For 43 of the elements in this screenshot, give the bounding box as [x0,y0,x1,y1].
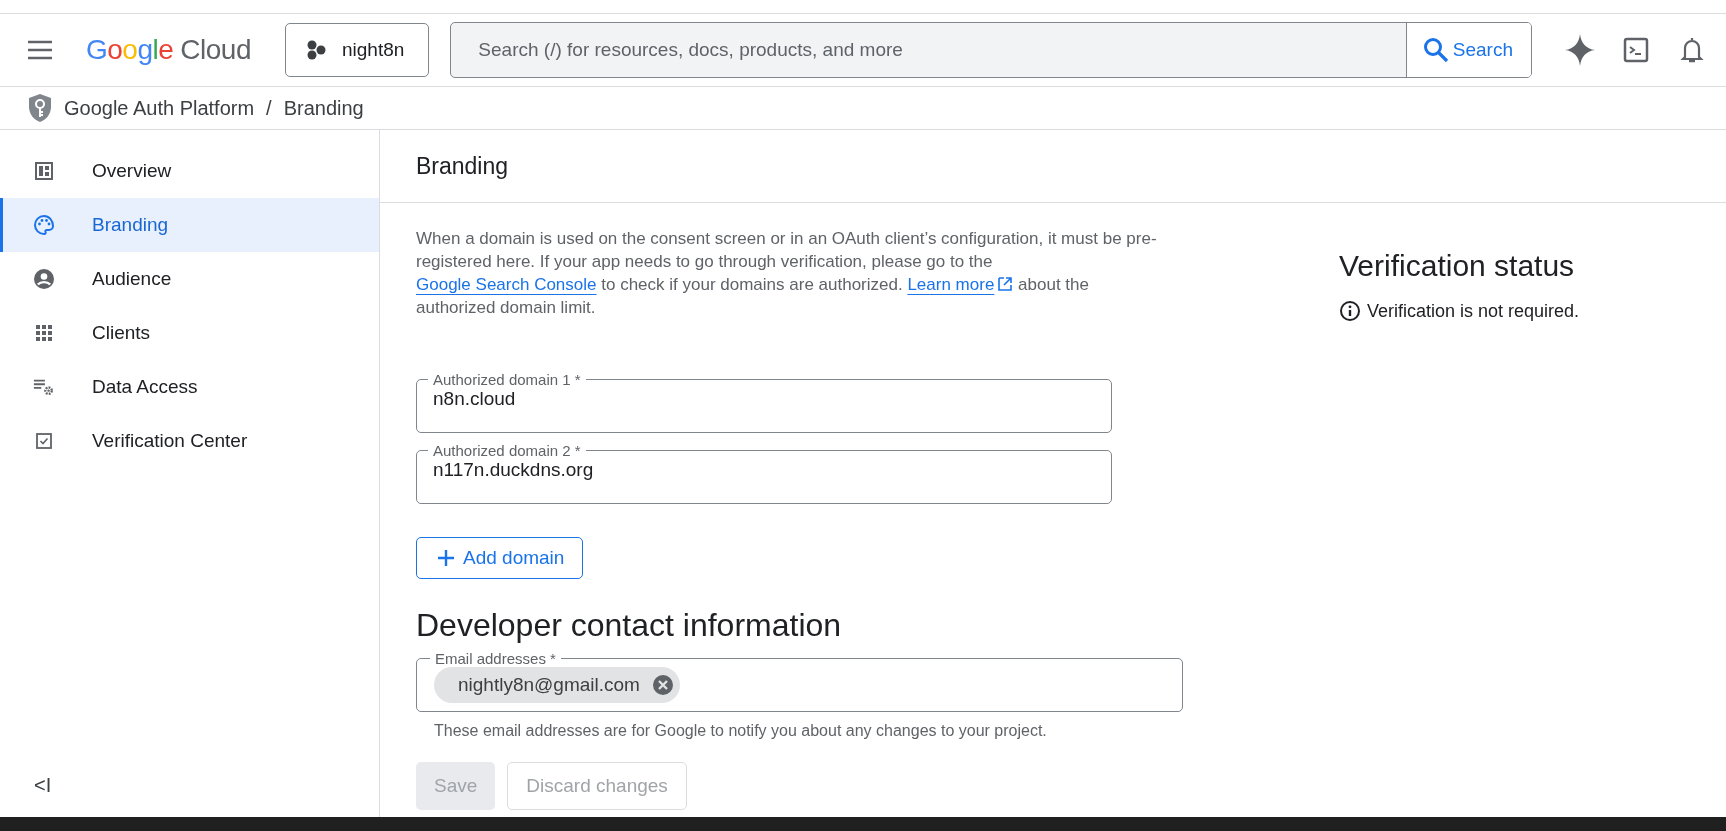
info-icon [1339,300,1361,322]
sidebar-item[interactable]: Audience [0,252,379,306]
domain-field[interactable]: Authorized domain 2 * n117n.duckdns.org [416,442,1112,504]
palette-icon [33,214,55,236]
collapse-sidebar-button[interactable]: <I [0,774,52,797]
search-icon [1422,37,1449,63]
verification-message: Verification is not required. [1367,300,1580,322]
field-label: Email addresses * [434,650,557,667]
field-label: Authorized domain 2 * [432,442,582,459]
sidebar-item[interactable]: Verification Center [0,414,379,468]
google-cloud-logo[interactable]: Google Cloud [86,34,251,66]
field-label: Authorized domain 1 * [432,371,582,388]
sidebar-item[interactable]: Overview [0,144,379,198]
email-field[interactable]: Email addresses * nightly8n@gmail.com [416,650,1183,712]
section-heading: Developer contact information [416,607,843,644]
breadcrumb-separator: / [266,96,272,120]
project-picker[interactable]: night8n [285,23,430,77]
breadcrumb-item[interactable]: Google Auth Platform [64,96,255,120]
domain-description: When a domain is used on the consent screen or in an OAuth client’s configuration, it must be pre-registered here. If your app needs to go through verification, please go to the Google Search Console to check if your domains are authorized. Learn more about the authorized domain limit. [416,228,1158,319]
shield-key-icon [28,93,52,123]
add-domain-button[interactable]: Add domain [416,537,584,579]
page-title: Branding [416,152,509,180]
breadcrumb-item: Branding [283,96,364,120]
grid-icon [33,323,55,343]
search-button[interactable]: Search [1405,23,1531,77]
remove-icon[interactable] [651,674,674,696]
sidebar-item[interactable]: Branding [0,198,379,252]
dashboard-icon [33,161,55,181]
sidebar-item[interactable]: Clients [0,306,379,360]
plus-icon [437,549,455,567]
external-link-icon [997,276,1014,292]
checkbox-icon [33,431,55,451]
list-settings-icon [33,377,55,397]
search-console-link[interactable]: Google Search Console [416,275,597,294]
learn-more-link[interactable]: Learn more [907,275,1014,294]
email-chip[interactable]: nightly8n@gmail.com [434,667,680,703]
domain-field[interactable]: Authorized domain 1 * n8n.cloud [416,371,1112,433]
verification-title: Verification status [1339,249,1576,283]
sidebar-item[interactable]: Data Access [0,360,379,414]
hexagons-icon [306,40,328,60]
helper-text: These email addresses are for Google to notify you about any changes to your project. [434,722,1048,740]
search-field[interactable]: Search (/) for resources, docs, products, and more Search [450,22,1532,78]
person-icon [33,268,55,290]
